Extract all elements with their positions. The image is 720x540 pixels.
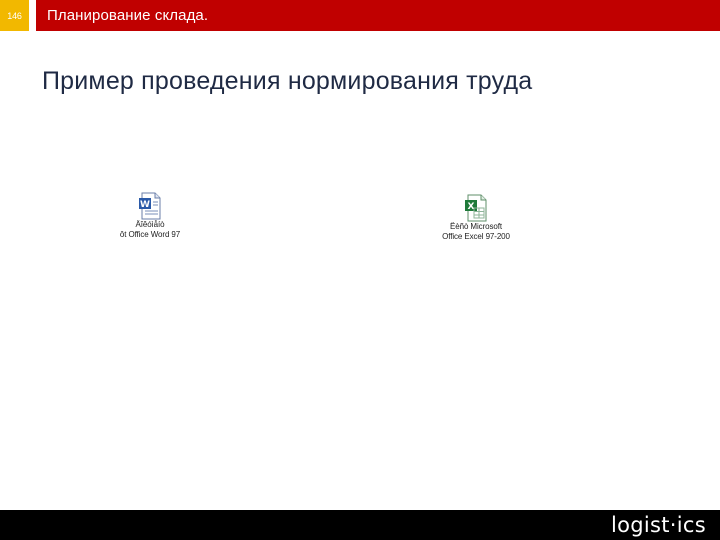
slide-number-badge: 146 [0,0,29,31]
embedded-excel-sheet[interactable]: X Ëèñò Microsoft Office Excel 97-200 [421,194,531,242]
svg-text:W: W [140,200,150,210]
word-document-icon: W [139,192,161,220]
header-title: Планирование склада. [47,7,209,24]
word-object-caption-line1: Äîêóìåíò [135,220,165,229]
embedded-word-document[interactable]: W Äîêóìåíò ôt Office Word 97 [95,192,205,240]
word-object-caption-line2: ôt Office Word 97 [119,230,181,239]
logistics-logo: logist·ics [610,513,706,537]
header-separator [29,0,36,31]
slide-number: 146 [7,11,22,21]
svg-text:X: X [468,202,475,212]
excel-object-caption-line2: Office Excel 97-200 [442,232,510,241]
footer-bar: logist·ics [0,510,720,540]
excel-object-caption-line1: Ëèñò Microsoft [450,222,502,231]
slide-title: Пример проведения нормирования труда [42,67,533,95]
excel-sheet-icon: X [465,194,487,222]
